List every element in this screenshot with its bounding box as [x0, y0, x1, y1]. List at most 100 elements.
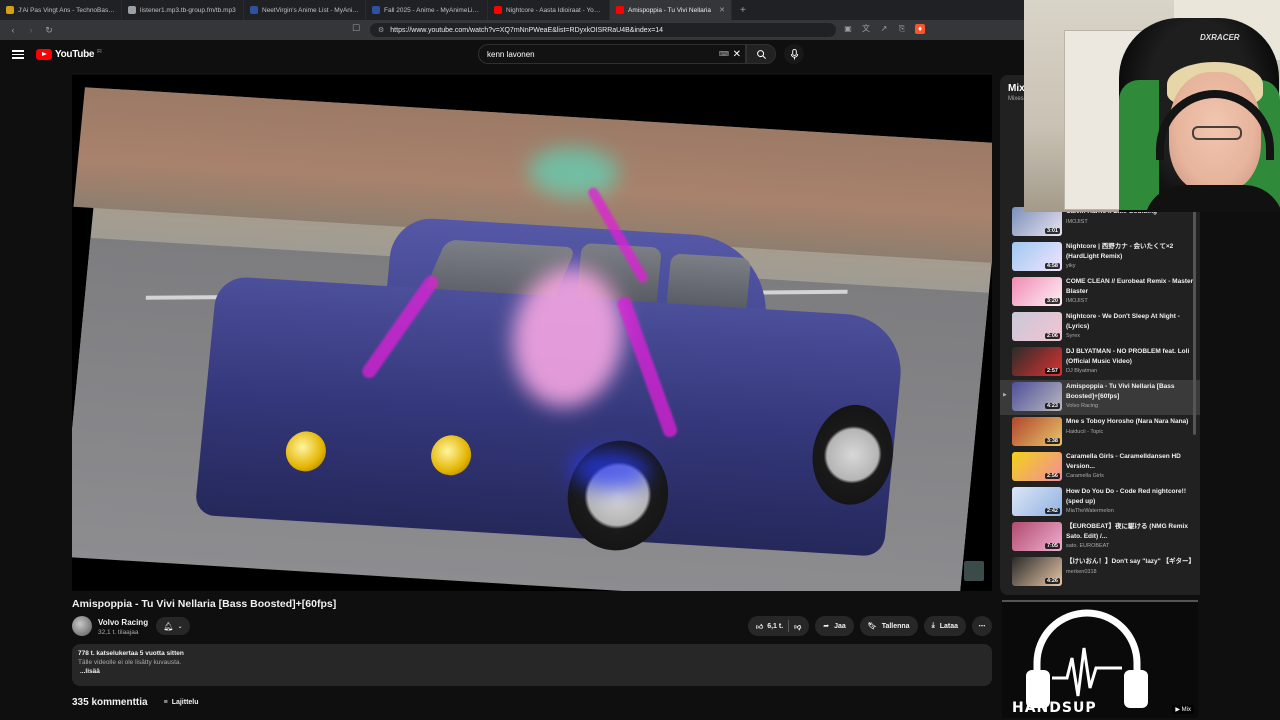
playlist-item-channel: DJ Blyatman	[1066, 368, 1098, 374]
playlist-item[interactable]: 2:06 Nightcore - We Don't Sleep At Night …	[1000, 310, 1200, 345]
duration-badge: 2:42	[1044, 508, 1060, 514]
install-app-icon[interactable]: ▣	[843, 24, 853, 34]
browser-tab[interactable]: NeetVirgin's Anime List - MyAnimeL...	[244, 0, 366, 20]
share-button[interactable]: ➦ Jaa	[815, 616, 854, 636]
share-icon[interactable]: ↗	[879, 24, 889, 34]
description-box[interactable]: 778 t. katselukertaa 5 vuotta sitten Täl…	[72, 644, 992, 686]
playlist-thumbnail: 4:26	[1012, 557, 1062, 586]
dislike-button[interactable]: 👎︎	[794, 622, 801, 631]
more-horizontal-icon: ⋯	[978, 623, 986, 630]
playlist-item-title: 【EUROBEAT】夜に駆ける (NMG Remix Sato. Edit) /…	[1066, 523, 1188, 540]
playlist-item-meta: How Do You Do - Code Red nightcore!! (sp…	[1066, 487, 1194, 514]
notifications-button[interactable]: 🔔︎ ⌄	[156, 617, 190, 635]
playlist-item[interactable]: 4:58 Nightcore | 西野カナ - 会いたくて×2 (HardLigh…	[1000, 240, 1200, 275]
translate-icon[interactable]: 文	[861, 24, 871, 34]
search-input[interactable]: kenn lavonen ⌨ ✕	[478, 44, 746, 64]
playlist-item-title: COME CLEAN // Eurobeat Remix - Master Bl…	[1066, 278, 1194, 295]
menu-icon[interactable]	[12, 48, 24, 60]
download-button[interactable]: ⤓ Lataa	[923, 616, 966, 636]
youtube-masthead: YouTube FI kenn lavonen ⌨ ✕	[0, 40, 1024, 70]
browser-tab[interactable]: J'Ai Pas Vingt Ans - TechnoBase.FM	[0, 0, 122, 20]
youtube-logo[interactable]: YouTube FI	[36, 49, 102, 60]
search-icon	[756, 49, 766, 59]
playlist-item-channel: IMOJIST	[1066, 218, 1088, 225]
browser-tab[interactable]: Fall 2025 - Anime - MyAnimeList.net	[366, 0, 488, 20]
tab-label: listener1.mp3.tb-group.fm/tb.mp3	[140, 6, 236, 14]
playlist-item[interactable]: 4:26 【けいおん！】Don't say "lazy" 【ギター】 merken0…	[1000, 555, 1200, 590]
video-player[interactable]	[72, 75, 992, 591]
show-more-link[interactable]: ...lisää	[80, 668, 986, 675]
thumbs-up-icon: 👍︎	[755, 623, 764, 631]
forward-icon[interactable]: ›	[24, 23, 38, 37]
close-tab-icon[interactable]: ✕	[719, 6, 725, 14]
duration-badge: 3:01	[1044, 228, 1060, 234]
tab-favicon-icon	[250, 6, 258, 14]
playlist-item[interactable]: 3:20 COME CLEAN // Eurobeat Remix - Maste…	[1000, 275, 1200, 310]
playlist-item-title: How Do You Do - Code Red nightcore!! (sp…	[1066, 488, 1187, 505]
playlist-item-channel: sato. EUROBEAT	[1066, 543, 1110, 549]
duration-badge: 2:56	[1044, 473, 1060, 479]
more-actions-button[interactable]: ⋯	[972, 616, 992, 636]
search-button[interactable]	[746, 44, 776, 64]
playlist-item-meta: 【EUROBEAT】夜に駆ける (NMG Remix Sato. Edit) /…	[1066, 522, 1194, 549]
playlist-item-title: Nightcore | 西野カナ - 会いたくて×2 (HardLight Re…	[1066, 243, 1174, 260]
playlist-item[interactable]: 2:57 DJ BLYATMAN - NO PROBLEM feat. Loli …	[1000, 345, 1200, 380]
bookmark-icon[interactable]: ☐	[352, 23, 360, 34]
playlist-thumbnail: 3:38	[1012, 417, 1062, 446]
brave-shield-icon[interactable]: ♦	[915, 24, 925, 34]
keyboard-icon[interactable]: ⌨	[719, 50, 729, 58]
reload-icon[interactable]: ↻	[42, 23, 56, 37]
duration-badge: 4:26	[1044, 578, 1060, 584]
playlist-thumbnail: 7:05	[1012, 522, 1062, 551]
playlist-thumbnail: 2:06	[1012, 312, 1062, 341]
back-icon[interactable]: ‹	[6, 23, 20, 37]
playlist-item[interactable]: 2:56 Caramella Girls - Caramelldansen HD …	[1000, 450, 1200, 485]
site-info-icon[interactable]: ⚙	[378, 26, 384, 34]
clear-search-icon[interactable]: ✕	[733, 49, 741, 60]
playlist-item[interactable]: 2:42 How Do You Do - Code Red nightcore!!…	[1000, 485, 1200, 520]
video-title: Amispoppia - Tu Vivi Nellaria [Bass Boos…	[72, 598, 337, 610]
tab-label: Fall 2025 - Anime - MyAnimeList.net	[384, 6, 481, 14]
playlist-item-title: 【けいおん！】Don't say "lazy" 【ギター】	[1066, 558, 1194, 565]
playlist-item-meta: 【けいおん！】Don't say "lazy" 【ギター】 merken0318	[1066, 557, 1194, 575]
voice-search-button[interactable]	[784, 44, 804, 64]
tab-label: NeetVirgin's Anime List - MyAnimeL...	[262, 6, 359, 14]
mix-thumbnail[interactable]: HANDSUP ▶ Mix	[1002, 600, 1198, 718]
playlist-item-meta: COME CLEAN // Eurobeat Remix - Master Bl…	[1066, 277, 1194, 304]
playlist-item[interactable]: ▶ 4:23 Amispoppia - Tu Vivi Nellaria [Bass…	[1000, 380, 1200, 415]
video-frame	[72, 87, 992, 591]
playlist-item[interactable]: 7:05 【EUROBEAT】夜に駆ける (NMG Remix Sato. Edi…	[1000, 520, 1200, 555]
thumbs-down-icon: 👎︎	[794, 623, 802, 631]
playlist-title: Mix	[1008, 83, 1025, 94]
comments-header: 335 kommenttia ≡ Lajittelu	[72, 697, 199, 708]
playlist-item-channel: Caramella Girls	[1066, 473, 1104, 479]
browser-toolbar: ‹ › ↻ ☐ ⚙ https://www.youtube.com/watch?…	[0, 20, 1024, 40]
tab-label: Amispoppia - Tu Vivi Nellaria	[628, 6, 711, 14]
browser-tab[interactable]: listener1.mp3.tb-group.fm/tb.mp3	[122, 0, 244, 20]
duration-badge: 2:06	[1044, 333, 1060, 339]
playlist-item-meta: Nightcore - We Don't Sleep At Night - (L…	[1066, 312, 1194, 339]
sort-comments-button[interactable]: ≡ Lajittelu	[164, 699, 199, 706]
share-label: Jaa	[834, 622, 846, 630]
browser-tab[interactable]: Amispoppia - Tu Vivi Nellaria ✕	[610, 0, 732, 20]
channel-name[interactable]: Volvo Racing	[98, 618, 148, 627]
channel-watermark-icon[interactable]	[964, 561, 984, 581]
playlist-item-title: Amispoppia - Tu Vivi Nellaria [Bass Boos…	[1066, 383, 1175, 400]
microphone-icon	[790, 48, 798, 60]
tab-favicon-icon	[616, 6, 624, 14]
playlist-item-meta: Mne s Toboy Horosho (Nara Nara Nana) Haid…	[1066, 417, 1194, 435]
new-tab-button[interactable]: +	[732, 5, 754, 16]
address-bar[interactable]: ⚙ https://www.youtube.com/watch?v=XQ7mNn…	[370, 23, 836, 37]
mix-label: HANDSUP	[1012, 700, 1097, 716]
browser-tab[interactable]: Nightcore - Aasta Idioiraat - YouTub...	[488, 0, 610, 20]
playlist-item-title: Mne s Toboy Horosho (Nara Nara Nana)	[1066, 418, 1189, 425]
copy-icon[interactable]: ⎘	[897, 24, 907, 34]
channel-avatar[interactable]	[72, 616, 92, 636]
playlist-item-meta: Caramella Girls - Caramelldansen HD Vers…	[1066, 452, 1194, 479]
channel-row: Volvo Racing 32,1 t. tilaajaa 🔔︎ ⌄ 👍︎ 6,…	[72, 616, 992, 638]
share-arrow-icon: ➦	[823, 623, 830, 630]
like-button[interactable]: 👍︎ 6,1 t.	[756, 622, 783, 631]
comments-count: 335 kommenttia	[72, 697, 148, 708]
playlist-item[interactable]: 3:38 Mne s Toboy Horosho (Nara Nara Nana)…	[1000, 415, 1200, 450]
save-button[interactable]: 🔖︎ Tallenna	[859, 616, 918, 636]
